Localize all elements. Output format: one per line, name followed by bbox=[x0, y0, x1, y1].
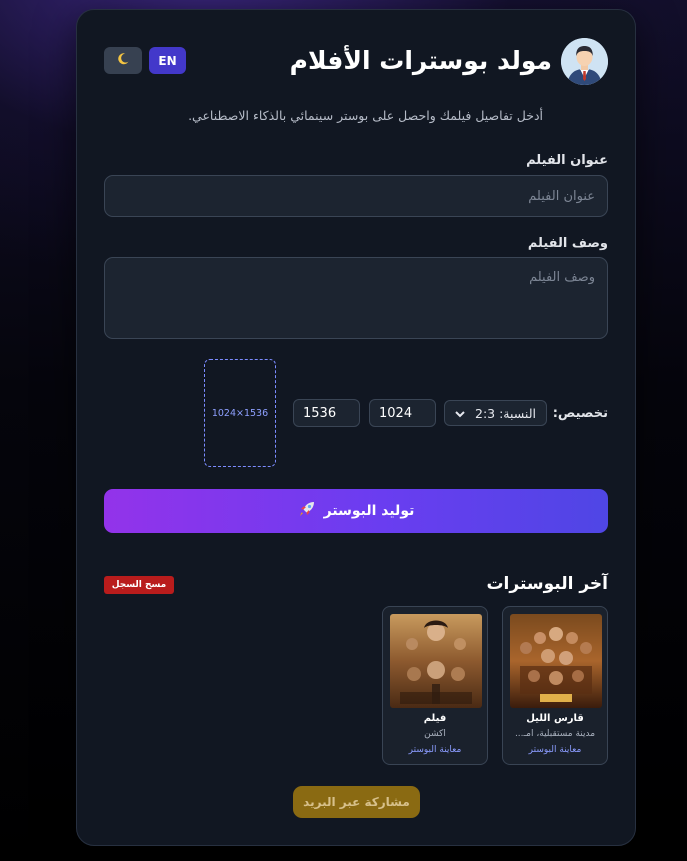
movie-title-label: عنوان الفيلم bbox=[526, 153, 608, 168]
generate-label: توليد البوستر bbox=[323, 503, 415, 519]
main-card: مولد بوسترات الأفلام EN أدخل تفاصيل فيلم… bbox=[76, 9, 636, 846]
language-toggle-button[interactable]: EN bbox=[149, 47, 186, 74]
customize-label: تخصيص: bbox=[552, 406, 608, 421]
recent-posters-title: آخر البوسترات bbox=[486, 574, 608, 594]
movie-title-input[interactable] bbox=[104, 175, 608, 217]
clear-history-button[interactable]: مسح السجل bbox=[104, 576, 174, 594]
movie-description-label: وصف الفيلم bbox=[527, 236, 608, 251]
size-preview-label: 1024×1536 bbox=[211, 407, 269, 419]
poster-card[interactable]: قارس الليل مدينة مستقبلية، أمـ... معاينة… bbox=[502, 606, 608, 765]
user-avatar-icon bbox=[561, 38, 608, 85]
poster-thumbnail bbox=[390, 614, 482, 708]
height-input[interactable]: 1536 bbox=[293, 399, 360, 427]
height-value: 1536 bbox=[303, 405, 337, 421]
aspect-ratio-select[interactable]: النسبة: 2:3 bbox=[444, 400, 547, 426]
page-title: مولد بوسترات الأفلام bbox=[289, 46, 552, 75]
poster-description: مدينة مستقبلية، أمـ... bbox=[514, 729, 596, 739]
share-email-button[interactable]: مشاركة عبر البريد bbox=[293, 786, 420, 818]
generate-poster-button[interactable]: توليد البوستر bbox=[104, 489, 608, 533]
preview-poster-link[interactable]: معاينة البوستر bbox=[503, 745, 607, 755]
width-input[interactable]: 1024 bbox=[369, 399, 436, 427]
aspect-ratio-value: النسبة: 2:3 bbox=[475, 405, 536, 421]
poster-description: اكشن bbox=[424, 729, 446, 739]
poster-card[interactable]: فيلم اكشن معاينة البوستر bbox=[382, 606, 488, 765]
movie-description-input[interactable] bbox=[104, 257, 608, 339]
size-preview-box: 1024×1536 bbox=[204, 359, 276, 467]
rocket-icon bbox=[298, 500, 316, 522]
preview-poster-link[interactable]: معاينة البوستر bbox=[383, 745, 487, 755]
poster-name: قارس الليل bbox=[526, 713, 584, 724]
theme-toggle-button[interactable] bbox=[104, 47, 142, 74]
page-subtitle: أدخل تفاصيل فيلمك واحصل على بوستر سينمائ… bbox=[188, 108, 543, 123]
poster-name: فيلم bbox=[423, 713, 447, 724]
poster-thumbnail bbox=[510, 614, 602, 708]
moon-icon bbox=[116, 52, 130, 70]
header: مولد بوسترات الأفلام EN bbox=[104, 38, 608, 86]
chevron-down-icon bbox=[455, 406, 465, 421]
width-value: 1024 bbox=[379, 405, 413, 421]
